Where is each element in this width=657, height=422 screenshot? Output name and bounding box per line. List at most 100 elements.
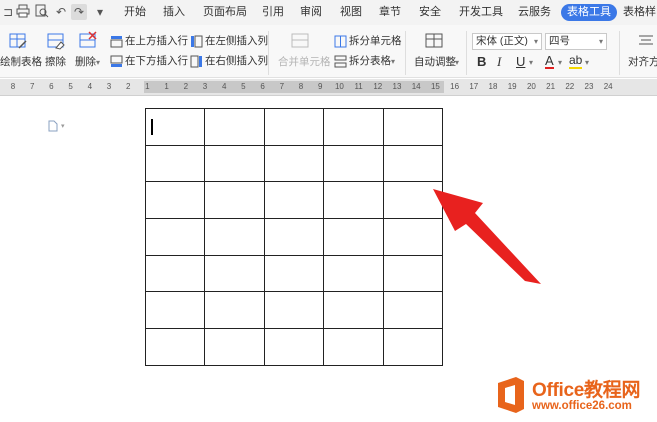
- insert-row-above-button[interactable]: 在上方插入行: [125, 35, 188, 48]
- bold-button[interactable]: B: [477, 55, 486, 68]
- table-cell[interactable]: [144, 181, 206, 220]
- document-area[interactable]: ▾ Office教程网 www.office26.com: [0, 97, 657, 422]
- page-icon[interactable]: [48, 120, 58, 132]
- align-icon[interactable]: [638, 33, 654, 52]
- underline-dropdown-icon[interactable]: ▾: [529, 56, 533, 69]
- insert-col-right-button[interactable]: 在右侧插入列: [205, 55, 268, 68]
- table-cell[interactable]: [144, 108, 206, 146]
- font-color-dropdown-icon[interactable]: ▾: [558, 56, 562, 69]
- table-cell[interactable]: [323, 328, 384, 366]
- menu-references[interactable]: 引用: [262, 4, 284, 21]
- menu-table-style[interactable]: 表格样: [623, 4, 656, 21]
- table-cell[interactable]: [323, 254, 384, 293]
- menu-chapter[interactable]: 章节: [379, 4, 401, 21]
- ruler-tick: 20: [526, 82, 536, 91]
- menu-cloud-service[interactable]: 云服务: [518, 4, 551, 21]
- table-cell[interactable]: [144, 291, 206, 330]
- delete-table-icon[interactable]: [78, 31, 98, 54]
- auto-adjust-button[interactable]: 自动调整: [414, 56, 456, 69]
- merge-cells-button[interactable]: 合并单元格: [278, 56, 331, 69]
- align-button[interactable]: 对齐方: [628, 56, 657, 69]
- menu-review[interactable]: 审阅: [300, 4, 322, 21]
- table-cell[interactable]: [382, 328, 443, 366]
- ruler-tick: 24: [603, 82, 613, 91]
- table-cell[interactable]: [382, 144, 443, 183]
- ruler-tick: 4: [87, 82, 93, 91]
- print-preview-icon[interactable]: [34, 4, 50, 20]
- menu-table-tools[interactable]: 表格工具: [561, 4, 617, 21]
- table-cell[interactable]: [204, 254, 265, 293]
- underline-button[interactable]: U: [516, 55, 525, 68]
- font-color-button[interactable]: A: [545, 54, 554, 69]
- table-row: [144, 254, 443, 293]
- draw-table-button[interactable]: 绘制表格: [0, 56, 42, 69]
- table-cell[interactable]: [144, 328, 206, 366]
- table-cell[interactable]: [204, 218, 265, 256]
- split-cells-button[interactable]: 拆分单元格: [349, 35, 402, 48]
- erase-button[interactable]: 擦除: [45, 56, 66, 69]
- split-table-dropdown-icon[interactable]: ▾: [391, 55, 395, 68]
- table-cell[interactable]: [263, 144, 325, 183]
- table-cell[interactable]: [144, 218, 206, 256]
- page-dropdown-icon[interactable]: ▾: [61, 122, 65, 130]
- table-cell[interactable]: [323, 181, 384, 220]
- table-cell[interactable]: [382, 291, 443, 330]
- delete-button[interactable]: 删除: [75, 56, 96, 69]
- menu-developer-tools[interactable]: 开发工具: [459, 4, 503, 21]
- text-cursor: [151, 119, 153, 135]
- table-cell[interactable]: [263, 181, 325, 220]
- merge-cells-icon[interactable]: [290, 31, 310, 54]
- horizontal-ruler[interactable]: 8 7 6 5 4 3 2 1 1 2 3 4 5 6 7 8 9 10 11 12 13 14 15 16 17 18 19 20 2…: [0, 79, 657, 96]
- ruler-tick: 3: [106, 82, 112, 91]
- italic-button[interactable]: I: [497, 55, 501, 68]
- open-icon[interactable]: ⊐: [0, 4, 16, 20]
- eraser-icon[interactable]: [46, 31, 66, 54]
- table-cell[interactable]: [382, 108, 443, 146]
- document-table[interactable]: [144, 108, 443, 366]
- table-cell[interactable]: [323, 291, 384, 330]
- insert-row-below-button[interactable]: 在下方插入行: [125, 55, 188, 68]
- menu-insert[interactable]: 插入: [163, 4, 185, 21]
- table-cell[interactable]: [263, 328, 325, 366]
- table-cell[interactable]: [204, 181, 265, 220]
- highlight-dropdown-icon[interactable]: ▾: [585, 56, 589, 69]
- menu-view[interactable]: 视图: [340, 4, 362, 21]
- table-cell[interactable]: [204, 144, 265, 183]
- font-size-select[interactable]: 四号 ▾: [545, 33, 607, 50]
- table-cell[interactable]: [263, 108, 325, 146]
- ruler-tick: 14: [411, 82, 421, 91]
- customize-toolbar-icon[interactable]: ▾: [92, 4, 108, 20]
- split-table-button[interactable]: 拆分表格: [349, 55, 391, 68]
- table-cell[interactable]: [144, 254, 206, 293]
- menu-home[interactable]: 开始: [124, 4, 146, 21]
- table-row: [144, 291, 443, 330]
- menu-security[interactable]: 安全: [419, 4, 441, 21]
- table-cell[interactable]: [204, 291, 265, 330]
- table-cell[interactable]: [263, 218, 325, 256]
- undo-icon[interactable]: ↶: [53, 4, 69, 20]
- table-cell[interactable]: [323, 218, 384, 256]
- menu-page-layout[interactable]: 页面布局: [203, 4, 247, 21]
- auto-adjust-dropdown-icon[interactable]: ▾: [455, 56, 459, 69]
- ruler-tick: 8: [298, 82, 304, 91]
- print-icon[interactable]: [15, 4, 31, 20]
- ruler-tick: 22: [565, 82, 575, 91]
- ruler-tick: 10: [334, 82, 344, 91]
- redo-icon[interactable]: ↷: [71, 4, 87, 20]
- table-cell[interactable]: [263, 254, 325, 293]
- ruler-tick: 3: [202, 82, 208, 91]
- table-cell[interactable]: [144, 144, 206, 183]
- draw-table-icon[interactable]: [8, 31, 28, 54]
- table-cell[interactable]: [323, 144, 384, 183]
- table-cell[interactable]: [323, 108, 384, 146]
- table-cell[interactable]: [263, 291, 325, 330]
- delete-dropdown-icon[interactable]: ▾: [96, 56, 100, 69]
- highlight-button[interactable]: ab: [569, 54, 583, 69]
- table-cell[interactable]: [204, 108, 265, 146]
- table-row: [144, 144, 443, 183]
- insert-col-left-button[interactable]: 在左侧插入列: [205, 35, 268, 48]
- ruler-tick: 5: [241, 82, 246, 91]
- font-name-select[interactable]: 宋体 (正文) ▾: [472, 33, 542, 50]
- auto-adjust-icon[interactable]: [424, 31, 444, 54]
- table-cell[interactable]: [204, 328, 265, 366]
